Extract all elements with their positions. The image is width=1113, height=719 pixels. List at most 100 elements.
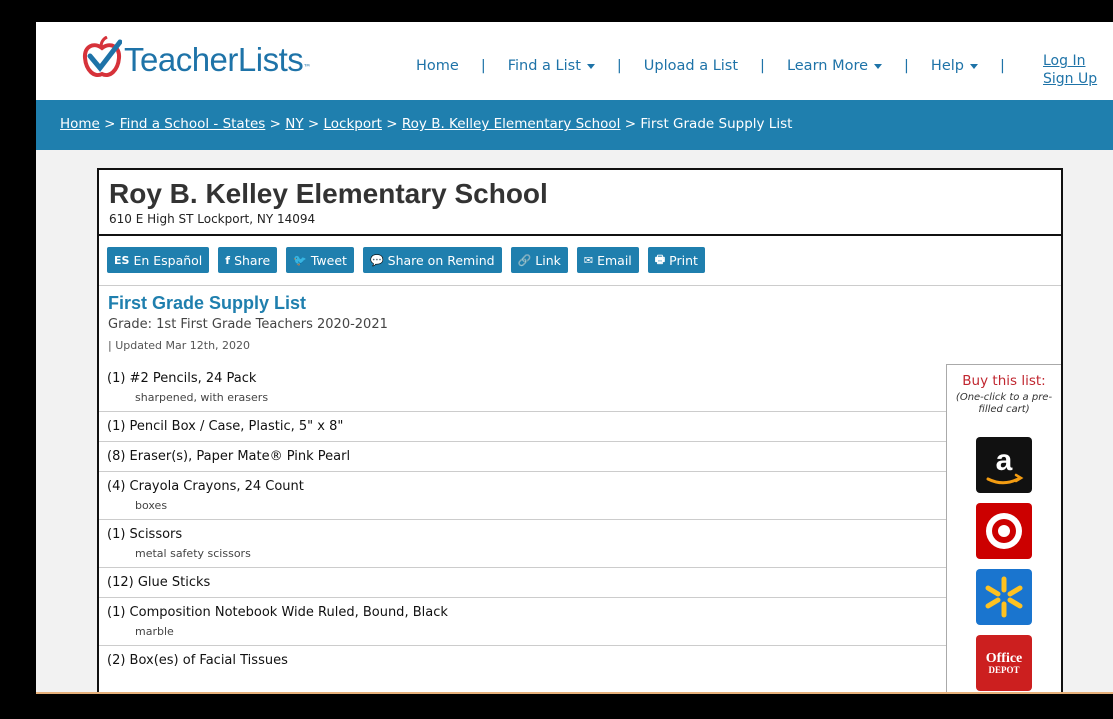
tweet-button[interactable]: 🐦 Tweet [286, 247, 354, 273]
item-note: sharpened, with erasers [135, 391, 269, 404]
site-logo[interactable]: TeacherLists ™ [82, 35, 312, 80]
logo-trademark: ™ [303, 62, 312, 72]
email-button[interactable]: ✉ Email [576, 247, 639, 273]
list-item: (12) Glue Sticks [99, 567, 947, 597]
facebook-icon: f [225, 253, 231, 267]
nav-separator: | [616, 58, 622, 74]
breadcrumb-lockport[interactable]: Lockport [324, 116, 382, 132]
nav-home[interactable]: Home [416, 58, 459, 74]
nav-separator: | [904, 58, 909, 74]
nav-separator: | [999, 58, 1005, 74]
envelope-icon: ✉ [583, 253, 594, 267]
logo-text: TeacherLists [124, 41, 304, 78]
caret-down-icon [969, 63, 978, 69]
target-logo-icon [986, 513, 1022, 549]
nav-learn-more-label: Learn More [786, 58, 869, 74]
caret-down-icon [586, 63, 595, 69]
item-name: (1) Pencil Box / Case, Plastic, 5" x 8" [107, 419, 344, 434]
action-toolbar: ES En Español f Share 🐦 Tweet 💬 Share on Rem… [99, 236, 1061, 286]
auth-links: Log In Sign Up [1043, 52, 1097, 88]
item-note: marble [135, 625, 174, 638]
breadcrumb-separator: > [269, 116, 281, 132]
supply-items: (1) #2 Pencils, 24 Pack sharpened, with … [99, 364, 947, 675]
office-depot-button[interactable]: Office DEPOT [976, 635, 1032, 691]
breadcrumb-separator: > [307, 116, 320, 132]
office-depot-logo-icon: Office DEPOT [986, 651, 1023, 675]
site-header: TeacherLists ™ Home | Find a List | Uplo… [36, 22, 1113, 100]
item-name: (4) Crayola Crayons, 24 Count [107, 479, 304, 494]
breadcrumb-separator: > [104, 116, 116, 132]
school-header: Roy B. Kelley Elementary School 610 E Hi… [99, 170, 1061, 236]
breadcrumb-ny[interactable]: NY [285, 116, 303, 132]
list-meta: Grade: 1st First Grade Teachers 2020-202… [108, 317, 388, 332]
link-icon: 🔗 [517, 253, 532, 267]
chat-bubble-icon: 💬 [369, 253, 384, 267]
buy-list-panel: Buy this list: (One-click to a pre-fille… [946, 364, 1061, 694]
buy-subtitle: (One-click to a pre-filled cart) [955, 392, 1053, 415]
breadcrumb-current: First Grade Supply List [640, 116, 793, 132]
breadcrumb-separator: > [624, 116, 637, 132]
list-item: (8) Eraser(s), Paper Mate® Pink Pearl [99, 441, 947, 471]
browser-viewport: TeacherLists ™ Home | Find a List | Uplo… [36, 22, 1113, 694]
nav-separator: | [480, 58, 486, 74]
print-label: Print [669, 252, 698, 268]
nav-help-label: Help [930, 58, 964, 74]
breadcrumb-separator: > [386, 116, 398, 132]
print-button[interactable]: 🖶 Print [647, 247, 705, 273]
remind-label: Share on Remind [387, 252, 495, 268]
language-icon: ES [114, 253, 130, 267]
item-note: metal safety scissors [135, 547, 251, 560]
list-item: (1) Scissors metal safety scissors [99, 519, 947, 567]
nav-upload-label: Upload a List [643, 58, 739, 74]
apple-check-icon [82, 35, 123, 80]
breadcrumb-states[interactable]: Find a School - States [120, 116, 266, 132]
buy-title: Buy this list: [962, 373, 1046, 389]
breadcrumb: Home > Find a School - States > NY > Loc… [36, 100, 1113, 150]
link-button[interactable]: 🔗 Link [510, 247, 568, 273]
nav-find-a-list-label: Find a List [507, 58, 581, 74]
espanol-button[interactable]: ES En Español [107, 247, 210, 273]
nav-home-label: Home [416, 58, 459, 74]
svg-text:DEPOT: DEPOT [988, 665, 1019, 675]
breadcrumb-home[interactable]: Home [60, 116, 100, 132]
nav-upload-a-list[interactable]: Upload a List [644, 58, 738, 74]
share-label: Share [234, 252, 271, 268]
list-updated: | Updated Mar 12th, 2020 [108, 339, 251, 352]
list-item: (2) Box(es) of Facial Tissues [99, 645, 947, 675]
walmart-button[interactable] [976, 569, 1032, 625]
email-label: Email [597, 252, 632, 268]
nav-find-a-list[interactable]: Find a List [508, 58, 595, 74]
item-name: (8) Eraser(s), Paper Mate® Pink Pearl [107, 449, 351, 464]
printer-icon: 🖶 [654, 252, 666, 266]
tweet-label: Tweet [310, 252, 347, 268]
espanol-label: En Español [133, 252, 203, 268]
list-header: First Grade Supply List Grade: 1st First… [99, 286, 1061, 362]
item-name: (12) Glue Sticks [107, 575, 211, 590]
item-note: boxes [135, 499, 168, 512]
school-address: 610 E High ST Lockport, NY 14094 [109, 212, 316, 226]
svg-text:Office: Office [986, 651, 1023, 666]
supply-list-card: Roy B. Kelley Elementary School 610 E Hi… [97, 168, 1063, 694]
nav-help[interactable]: Help [931, 58, 978, 74]
breadcrumb-school[interactable]: Roy B. Kelley Elementary School [402, 116, 621, 132]
amazon-button[interactable]: a [976, 437, 1032, 493]
school-name: Roy B. Kelley Elementary School [109, 178, 548, 209]
login-link[interactable]: Log In [1043, 52, 1097, 70]
svg-text:a: a [996, 444, 1013, 477]
list-title: First Grade Supply List [108, 293, 307, 313]
list-item: (4) Crayola Crayons, 24 Count boxes [99, 471, 947, 519]
main-nav: Home | Find a List | Upload a List | Lea… [416, 58, 1027, 74]
bottom-strip [36, 692, 1113, 694]
target-button[interactable] [976, 503, 1032, 559]
item-name: (2) Box(es) of Facial Tissues [107, 653, 288, 668]
list-item: (1) Pencil Box / Case, Plastic, 5" x 8" [99, 411, 947, 441]
signup-link[interactable]: Sign Up [1043, 70, 1097, 88]
caret-down-icon [874, 63, 883, 69]
nav-separator: | [760, 58, 765, 74]
item-name: (1) Scissors [107, 527, 183, 542]
nav-learn-more[interactable]: Learn More [786, 58, 883, 74]
walmart-spark-icon [985, 576, 1023, 618]
remind-button[interactable]: 💬 Share on Remind [362, 247, 502, 273]
item-name: (1) Composition Notebook Wide Ruled, Bou… [107, 605, 448, 620]
share-button[interactable]: f Share [218, 247, 278, 273]
